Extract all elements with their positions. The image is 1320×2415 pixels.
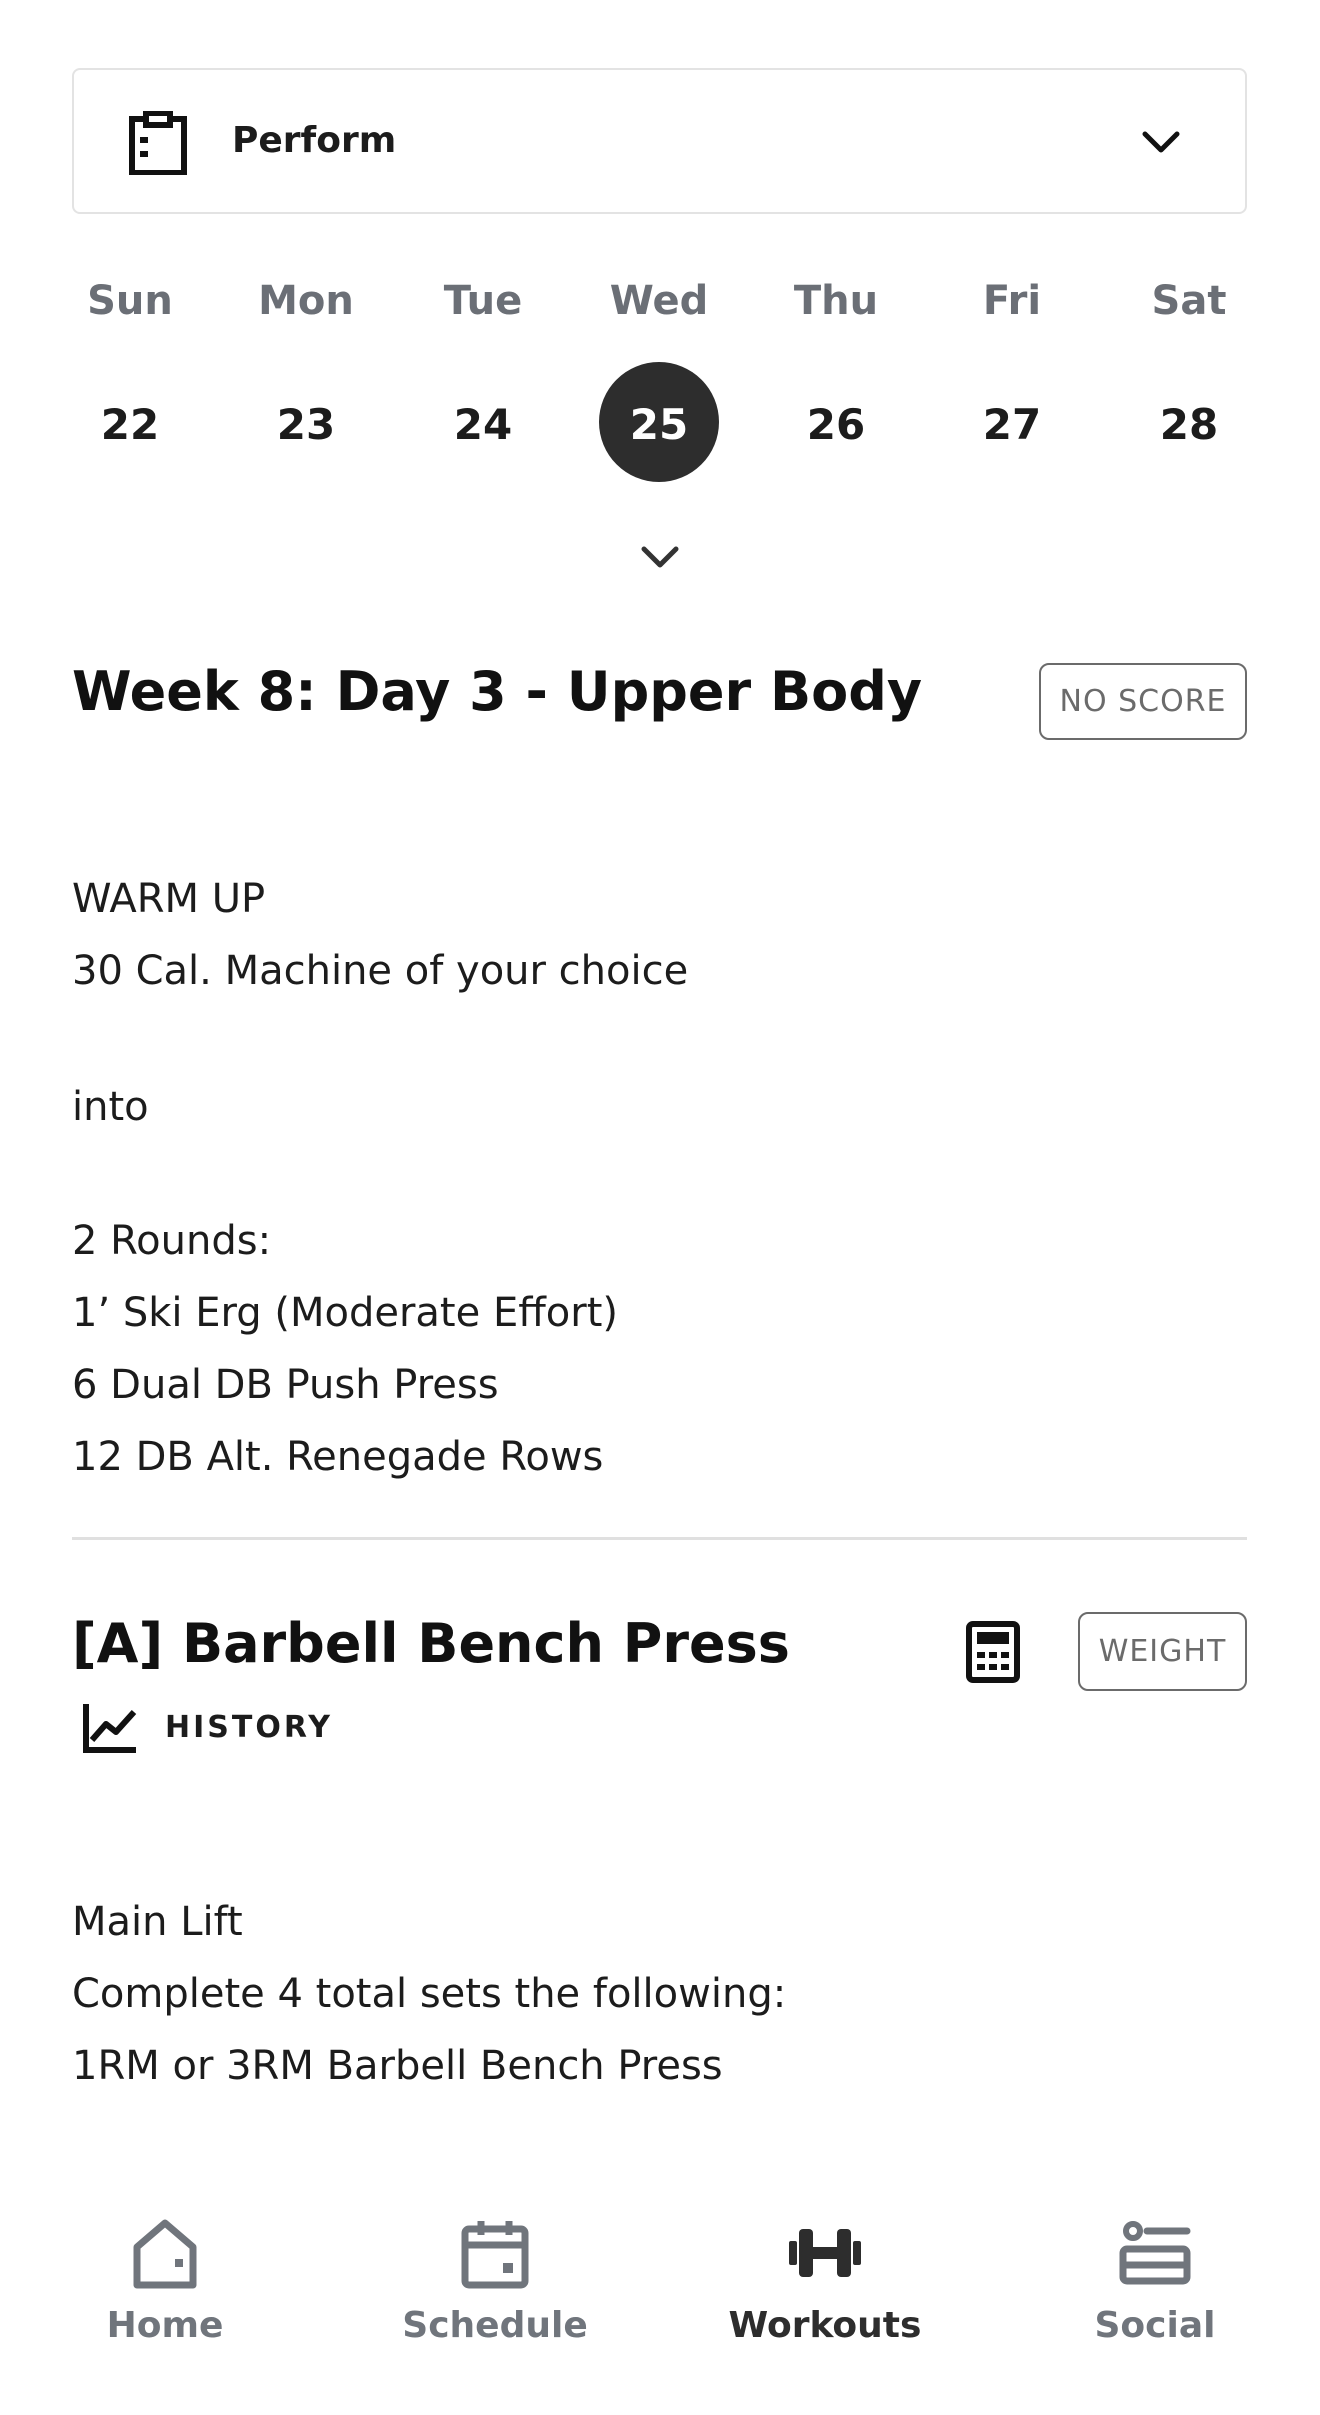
day-name-tue: Tue [443, 278, 523, 324]
section-divider [72, 1537, 1247, 1540]
nav-home[interactable]: Home [45, 2215, 285, 2346]
warmup-line: WARM UP [72, 876, 266, 922]
day-name-fri: Fri [982, 278, 1042, 324]
chevron-down-icon [1142, 131, 1180, 153]
warmup-line: 12 DB Alt. Renegade Rows [72, 1434, 604, 1480]
program-selector-label: Perform [232, 120, 397, 161]
home-icon [133, 2219, 197, 2289]
day-date-22[interactable]: 22 [55, 395, 205, 455]
expand-calendar-chevron-icon[interactable] [640, 543, 680, 571]
nav-workouts-label: Workouts [728, 2305, 922, 2346]
nav-schedule[interactable]: Schedule [375, 2215, 615, 2346]
nav-social[interactable]: Social [1035, 2215, 1275, 2346]
social-icon [1119, 2221, 1191, 2285]
workout-title: Week 8: Day 3 - Upper Body [72, 660, 923, 723]
clipboard-icon [129, 111, 187, 175]
warmup-line: 1’ Ski Erg (Moderate Effort) [72, 1290, 618, 1336]
warmup-line: 30 Cal. Machine of your choice [72, 948, 689, 994]
nav-social-label: Social [1094, 2305, 1216, 2346]
day-name-wed: Wed [609, 278, 709, 324]
history-link[interactable]: HISTORY [165, 1710, 333, 1745]
day-date-27[interactable]: 27 [937, 395, 1087, 455]
nav-schedule-label: Schedule [402, 2305, 588, 2346]
warmup-line: 6 Dual DB Push Press [72, 1362, 499, 1408]
day-name-sat: Sat [1151, 278, 1227, 324]
day-name-sun: Sun [87, 278, 173, 324]
section-a-title: [A] Barbell Bench Press [72, 1612, 790, 1675]
section-a-line: Complete 4 total sets the following: [72, 1971, 787, 2017]
warmup-line: into [72, 1084, 149, 1130]
section-a-line: 1RM or 3RM Barbell Bench Press [72, 2043, 723, 2089]
calendar-icon [461, 2221, 529, 2289]
day-date-25-selected[interactable]: 25 [584, 395, 734, 455]
day-date-23[interactable]: 23 [231, 395, 381, 455]
history-chart-icon[interactable] [80, 1700, 140, 1756]
warmup-line: 2 Rounds: [72, 1218, 272, 1264]
dumbbell-icon [789, 2229, 861, 2277]
section-a-line: Main Lift [72, 1899, 243, 1945]
program-selector[interactable]: Perform [72, 68, 1247, 214]
nav-home-label: Home [106, 2305, 224, 2346]
day-date-24[interactable]: 24 [408, 395, 558, 455]
day-name-thu: Thu [793, 278, 879, 324]
calculator-icon[interactable] [965, 1620, 1021, 1684]
nav-workouts[interactable]: Workouts [705, 2215, 945, 2346]
bottom-nav: Home Schedule Workouts Social [0, 2175, 1320, 2415]
day-date-28[interactable]: 28 [1114, 395, 1264, 455]
day-date-26[interactable]: 26 [761, 395, 911, 455]
day-name-mon: Mon [258, 278, 354, 324]
no-score-badge[interactable]: NO SCORE [1039, 663, 1247, 740]
weight-badge[interactable]: WEIGHT [1078, 1612, 1247, 1691]
